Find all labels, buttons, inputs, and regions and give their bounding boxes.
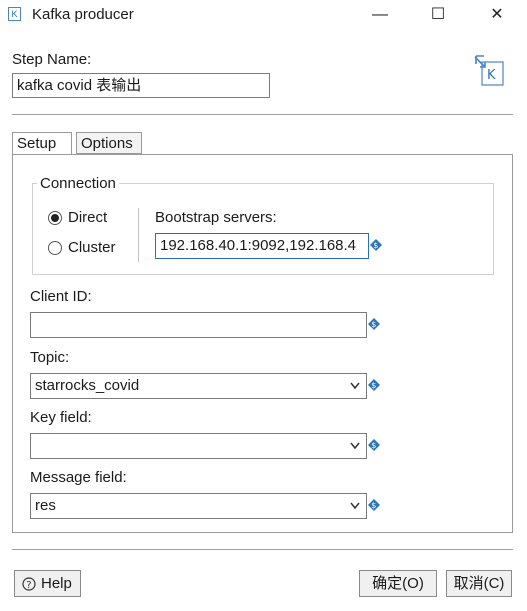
message-field-value: res — [35, 497, 56, 514]
chevron-down-icon[interactable] — [350, 497, 360, 515]
client-id-input[interactable] — [30, 312, 367, 338]
svg-text:K: K — [487, 68, 496, 83]
window-title: Kafka producer — [32, 6, 134, 23]
direct-radio[interactable] — [48, 211, 62, 225]
key-field-combo[interactable] — [30, 433, 367, 459]
tab-options[interactable]: Options — [76, 132, 142, 154]
message-field-label: Message field: — [30, 469, 127, 486]
client-id-label: Client ID: — [30, 288, 92, 305]
cluster-label: Cluster — [68, 239, 116, 256]
connection-group — [32, 183, 494, 275]
close-button[interactable]: ✕ — [486, 4, 508, 26]
title-bar: K Kafka producer — ☐ ✕ — [0, 0, 527, 30]
kafka-producer-icon: K — [474, 55, 504, 86]
help-button[interactable]: ? Help — [14, 570, 81, 597]
chevron-down-icon[interactable] — [350, 437, 360, 455]
message-field-combo[interactable]: res — [30, 493, 367, 519]
variable-icon[interactable]: $ — [368, 318, 380, 330]
help-icon: ? — [22, 577, 36, 591]
separator-bottom — [12, 549, 513, 550]
direct-label: Direct — [68, 209, 108, 226]
bootstrap-servers-input[interactable]: 192.168.40.1:9092,192.168.4 — [155, 233, 369, 259]
tab-setup[interactable]: Setup — [12, 132, 72, 154]
cluster-radio[interactable] — [48, 241, 62, 255]
minimize-button[interactable]: — — [369, 4, 391, 26]
variable-icon[interactable]: $ — [368, 499, 380, 511]
svg-text:$: $ — [371, 441, 376, 450]
key-field-label: Key field: — [30, 409, 92, 426]
maximize-button[interactable]: ☐ — [427, 4, 449, 26]
ok-button[interactable]: 确定(O) — [359, 570, 437, 597]
connection-legend: Connection — [37, 175, 119, 192]
cancel-button[interactable]: 取消(C) — [446, 570, 512, 597]
bootstrap-servers-label: Bootstrap servers: — [155, 209, 277, 226]
topic-label: Topic: — [30, 349, 70, 366]
variable-icon[interactable]: $ — [368, 379, 380, 391]
separator-top — [12, 114, 513, 115]
topic-combo[interactable]: starrocks_covid — [30, 373, 367, 399]
topic-value: starrocks_covid — [35, 377, 140, 394]
chevron-down-icon[interactable] — [350, 377, 360, 395]
svg-text:$: $ — [371, 381, 376, 390]
svg-text:$: $ — [371, 320, 376, 329]
variable-icon[interactable]: $ — [368, 439, 380, 451]
variable-icon[interactable]: $ — [370, 239, 382, 251]
svg-text:$: $ — [373, 241, 378, 250]
kafka-app-icon: K — [8, 7, 21, 21]
step-name-input[interactable]: kafka covid 表输出 — [12, 73, 270, 98]
help-label: Help — [41, 575, 72, 592]
step-name-label: Step Name: — [12, 51, 92, 68]
svg-text:?: ? — [26, 580, 31, 591]
svg-text:$: $ — [371, 501, 376, 510]
connection-divider — [138, 208, 139, 262]
